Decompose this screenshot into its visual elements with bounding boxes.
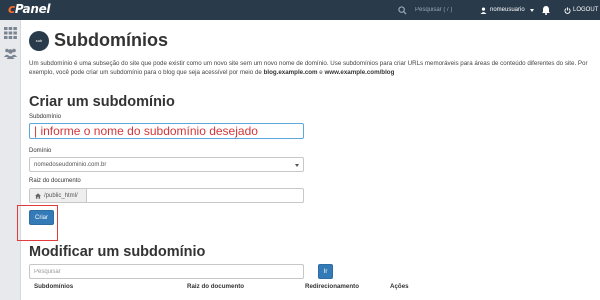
bell-icon[interactable] (541, 5, 551, 15)
document-root-prefix: /public_html/ (30, 189, 87, 202)
page-title: Subdomínios (54, 30, 168, 50)
home-icon (35, 192, 41, 199)
top-bar: cPanel nomeusuario LOGOUT (0, 0, 600, 20)
chevron-down-icon (529, 8, 534, 12)
sidebar (0, 20, 21, 300)
header-search (398, 3, 472, 17)
column-header-actions: Ações (390, 283, 409, 290)
column-header-subdomains[interactable]: Subdomínios (34, 283, 73, 290)
sidebar-home-button[interactable] (3, 25, 18, 40)
document-root-prefix-text: /public_html/ (44, 192, 78, 199)
logo-text: Panel (14, 2, 51, 16)
page-header: sub Subdomínios (29, 30, 168, 51)
example-blog-path: www.example.com/blog (324, 69, 395, 76)
user-menu[interactable]: nomeusuario (480, 4, 534, 16)
logo-c: c (8, 2, 15, 16)
chevron-down-icon (295, 164, 299, 167)
example-blog-subdomain: blog.example.com (263, 69, 318, 76)
document-root-input[interactable] (87, 189, 303, 202)
logout-icon (564, 6, 571, 14)
domain-label: Domínio (29, 148, 52, 154)
domain-select[interactable]: nomedoseudominio.com.br (29, 157, 304, 172)
page-description: Um subdomínio é uma subseção do site que… (29, 59, 589, 77)
search-icon (398, 5, 407, 15)
domain-selected-value: nomedoseudominio.com.br (34, 161, 107, 168)
subdomain-label: Subdomínio (29, 114, 62, 120)
document-root-label: Raiz do documento (29, 178, 81, 184)
document-root-field: /public_html/ (29, 188, 304, 203)
header-search-input[interactable] (415, 4, 471, 16)
cpanel-logo[interactable]: cPanel (8, 2, 51, 16)
column-header-document-root[interactable]: Raiz do documento (187, 283, 244, 290)
username: nomeusuario (490, 7, 525, 13)
main-content: sub Subdomínios Um subdomínio é uma subs… (17, 20, 594, 300)
search-go-button[interactable]: Ir (318, 264, 333, 279)
create-subdomain-heading: Criar um subdomínio (29, 94, 175, 110)
modify-subdomain-heading: Modificar um subdomínio (29, 244, 206, 260)
subdomains-icon-text: sub (35, 38, 43, 43)
subdomain-search-input[interactable] (29, 264, 304, 279)
subdomain-input[interactable] (29, 123, 304, 139)
logout-label: LOGOUT (573, 7, 599, 13)
users-icon (4, 48, 17, 59)
create-button[interactable]: Criar (29, 210, 54, 225)
user-icon (480, 6, 487, 14)
column-header-redirection[interactable]: Redirecionamento (305, 283, 359, 290)
sidebar-users-button[interactable] (3, 45, 18, 60)
logout-button[interactable]: LOGOUT (564, 4, 598, 16)
subdomains-icon: sub (29, 30, 49, 51)
apps-grid-icon (4, 26, 17, 39)
